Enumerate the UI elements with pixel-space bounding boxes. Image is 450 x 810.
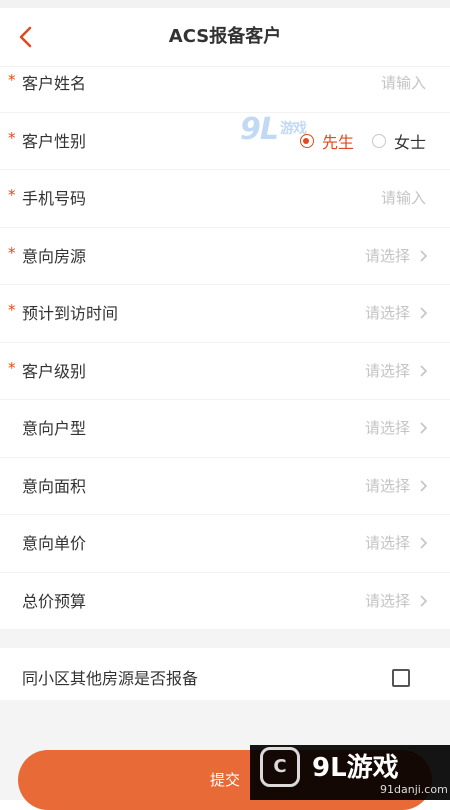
report-form: * 客户姓名 请输入 * 客户性别 先生 女士 * 手机号码 请输入 * 意向房… — [0, 55, 450, 710]
visit-time-row[interactable]: * 预计到访时间 请选择 — [0, 285, 450, 343]
same-community-report-checkbox[interactable] — [392, 669, 410, 687]
property-select[interactable]: 请选择 — [365, 228, 410, 285]
customer-gender-row: * 客户性别 先生 女士 — [0, 113, 450, 170]
visit-time-label: 预计到访时间 — [22, 304, 119, 323]
visit-time-select[interactable]: 请选择 — [365, 285, 410, 342]
chevron-right-icon — [420, 307, 428, 319]
chevron-right-icon — [420, 594, 428, 607]
unit-price-label: 意向单价 — [22, 534, 87, 553]
unit-price-row[interactable]: 意向单价 请选择 — [0, 515, 450, 573]
gender-option-label: 女士 — [393, 133, 426, 152]
watermark-logo-icon: C — [260, 747, 300, 787]
property-row[interactable]: * 意向房源 请选择 — [0, 228, 450, 285]
customer-name-input[interactable]: 请输入 — [381, 55, 426, 112]
watermark-corner: C 9L游戏 91danji.com — [250, 745, 450, 800]
chevron-right-icon — [420, 479, 428, 492]
budget-row[interactable]: 总价预算 请选择 — [0, 573, 450, 630]
gender-radio-female[interactable]: 女士 — [371, 129, 426, 153]
chevron-right-icon — [420, 364, 428, 377]
required-mark: * — [8, 71, 16, 89]
chevron-right-icon — [420, 537, 428, 549]
required-mark: * — [8, 128, 16, 147]
property-label: 意向房源 — [22, 246, 87, 266]
chevron-right-icon — [420, 422, 428, 434]
layout-label: 意向户型 — [22, 419, 87, 438]
watermark-sub-text: 游戏 — [280, 121, 307, 137]
layout-select[interactable]: 请选择 — [365, 400, 410, 457]
phone-row[interactable]: * 手机号码 请输入 — [0, 170, 450, 228]
customer-name-row[interactable]: * 客户姓名 请输入 — [0, 55, 450, 113]
gender-radio-male[interactable]: 先生 — [299, 129, 354, 153]
chevron-right-icon — [420, 249, 428, 262]
phone-input[interactable]: 请输入 — [381, 170, 426, 227]
required-mark: * — [8, 243, 16, 262]
budget-label: 总价预算 — [22, 591, 87, 611]
area-row[interactable]: 意向面积 请选择 — [0, 458, 450, 515]
budget-select[interactable]: 请选择 — [365, 573, 410, 630]
phone-label: 手机号码 — [22, 189, 87, 208]
watermark-logo: 9L 游戏 — [240, 112, 307, 147]
unit-price-select[interactable]: 请选择 — [365, 515, 410, 572]
customer-level-select[interactable]: 请选择 — [365, 343, 410, 400]
radio-unchecked-icon — [371, 134, 386, 148]
layout-row[interactable]: 意向户型 请选择 — [0, 400, 450, 458]
status-bar — [0, 0, 450, 8]
required-mark: * — [8, 358, 16, 377]
required-mark: * — [8, 301, 16, 319]
required-mark: * — [8, 186, 16, 204]
gender-option-label: 先生 — [321, 133, 354, 152]
area-select[interactable]: 请选择 — [365, 458, 410, 515]
section-divider — [0, 630, 450, 648]
customer-gender-label: 客户性别 — [22, 131, 87, 151]
watermark-url: 91danji.com — [380, 783, 448, 796]
customer-level-label: 客户级别 — [22, 361, 87, 381]
watermark-brand: 9L游戏 — [312, 753, 399, 783]
area-label: 意向面积 — [22, 476, 87, 496]
customer-level-row[interactable]: * 客户级别 请选择 — [0, 343, 450, 400]
customer-name-label: 客户姓名 — [22, 74, 87, 93]
watermark-main-text: 9L — [240, 112, 279, 147]
